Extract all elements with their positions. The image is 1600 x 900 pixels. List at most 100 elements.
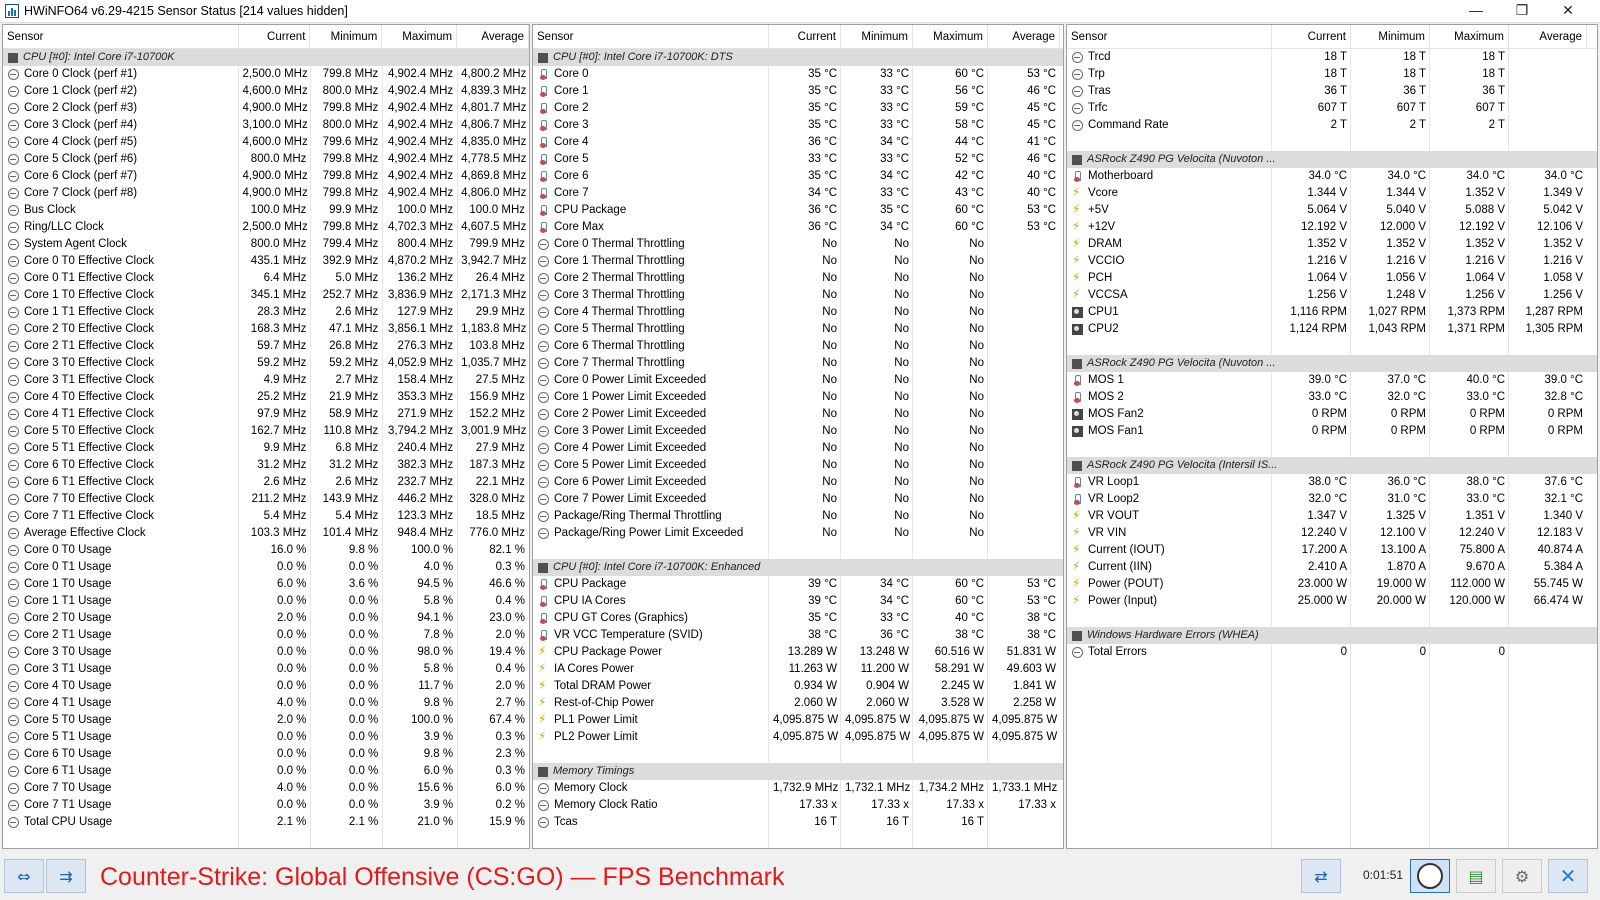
sensor-row[interactable]: MOS 2 33.0 °C 32.0 °C 33.0 °C 32.8 °C bbox=[1067, 389, 1597, 406]
clock-reset-button[interactable] bbox=[1410, 859, 1450, 893]
column-header-minimum[interactable]: Minimum bbox=[841, 25, 913, 49]
sensor-row[interactable]: Core 6 Clock (perf #7) 4,900.0 MHz 799.8 M… bbox=[3, 168, 529, 185]
sensor-row[interactable]: Core 7 T0 Usage 4.0 % 0.0 % 15.6 % 6.0 % bbox=[3, 780, 529, 797]
sensor-group-header[interactable]: ASRock Z490 PG Velocita (Nuvoton ... bbox=[1067, 355, 1597, 372]
sensor-panel-middle[interactable]: Sensor Current Minimum Maximum Average CPU [#… bbox=[532, 24, 1064, 849]
column-header-maximum[interactable]: Maximum bbox=[1430, 25, 1509, 49]
sensor-row[interactable]: CPU1 1,116 RPM 1,027 RPM 1,373 RPM 1,287 RPM bbox=[1067, 304, 1597, 321]
sensor-row[interactable]: Core 0 T1 Usage 0.0 % 0.0 % 4.0 % 0.3 % bbox=[3, 559, 529, 576]
close-window-button[interactable]: ✕ bbox=[1545, 0, 1591, 23]
sensor-row[interactable]: Core 0 T0 Usage 16.0 % 9.8 % 100.0 % 82.1 % bbox=[3, 542, 529, 559]
sensor-row[interactable]: Core 6 T1 Effective Clock 2.6 MHz 2.6 MHz 2… bbox=[3, 474, 529, 491]
sensor-row[interactable]: VR VOUT 1.347 V 1.325 V 1.351 V 1.340 V bbox=[1067, 508, 1597, 525]
sensor-row[interactable]: Core 3 Thermal Throttling No No No bbox=[533, 287, 1063, 304]
close-sensors-button[interactable]: ✕ bbox=[1548, 859, 1588, 893]
sensor-row[interactable]: Command Rate 2 T 2 T 2 T bbox=[1067, 117, 1597, 134]
sensor-row[interactable]: Core 5 Clock (perf #6) 800.0 MHz 799.8 MHz… bbox=[3, 151, 529, 168]
sensor-panel-left[interactable]: Sensor Current Minimum Maximum Average CPU [#… bbox=[2, 24, 530, 849]
column-header-minimum[interactable]: Minimum bbox=[1351, 25, 1430, 49]
sensor-row[interactable]: Core 2 Power Limit Exceeded No No No bbox=[533, 406, 1063, 423]
sensor-row[interactable]: Tras 36 T 36 T 36 T bbox=[1067, 83, 1597, 100]
column-header-sensor[interactable]: Sensor bbox=[1067, 25, 1272, 49]
sensor-row[interactable]: Motherboard 34.0 °C 34.0 °C 34.0 °C 34.0 °C bbox=[1067, 168, 1597, 185]
sensor-row[interactable]: Current (IIN) 2.410 A 1.870 A 9.670 A 5.384 … bbox=[1067, 559, 1597, 576]
sensor-row[interactable]: Core 0 Thermal Throttling No No No bbox=[533, 236, 1063, 253]
sensor-row[interactable]: Core 2 T1 Usage 0.0 % 0.0 % 7.8 % 2.0 % bbox=[3, 627, 529, 644]
sensor-row[interactable]: Trp 18 T 18 T 18 T bbox=[1067, 66, 1597, 83]
sensor-row[interactable]: Package/Ring Power Limit Exceeded No No No bbox=[533, 525, 1063, 542]
sensor-row[interactable]: CPU Package Power 13.289 W 13.248 W 60.516 … bbox=[533, 644, 1063, 661]
sensor-group-header[interactable]: CPU [#0]: Intel Core i7-10700K: Enhanced bbox=[533, 559, 1063, 576]
sensor-row[interactable]: Core 6 Power Limit Exceeded No No No bbox=[533, 474, 1063, 491]
sensor-row[interactable]: Core 7 T1 Effective Clock 5.4 MHz 5.4 MHz 1… bbox=[3, 508, 529, 525]
sensor-row[interactable]: Trfc 607 T 607 T 607 T bbox=[1067, 100, 1597, 117]
sensor-row[interactable]: Core 3 35 °C 33 °C 58 °C 45 °C bbox=[533, 117, 1063, 134]
sensor-row[interactable]: Core 6 T1 Usage 0.0 % 0.0 % 6.0 % 0.3 % bbox=[3, 763, 529, 780]
sensor-row[interactable]: Core 7 Power Limit Exceeded No No No bbox=[533, 491, 1063, 508]
sensor-row[interactable]: Core 1 T1 Usage 0.0 % 0.0 % 5.8 % 0.4 % bbox=[3, 593, 529, 610]
sensor-row[interactable]: Total Errors 0 0 0 bbox=[1067, 644, 1597, 661]
column-header-average[interactable]: Average bbox=[988, 25, 1060, 49]
column-header-average[interactable]: Average bbox=[457, 25, 529, 49]
sensor-row[interactable]: Core 1 Power Limit Exceeded No No No bbox=[533, 389, 1063, 406]
sensor-row[interactable]: Core 4 T0 Effective Clock 25.2 MHz 21.9 MH… bbox=[3, 389, 529, 406]
sensor-row[interactable]: Power (POUT) 23.000 W 19.000 W 112.000 W 55.… bbox=[1067, 576, 1597, 593]
sensor-row[interactable]: Bus Clock 100.0 MHz 99.9 MHz 100.0 MHz 100.0… bbox=[3, 202, 529, 219]
network-button[interactable]: ⇄ bbox=[1301, 859, 1341, 893]
sensor-row[interactable]: Core 1 T1 Effective Clock 28.3 MHz 2.6 MHz… bbox=[3, 304, 529, 321]
sensor-row[interactable]: Core 0 35 °C 33 °C 60 °C 53 °C bbox=[533, 66, 1063, 83]
sensor-row[interactable]: Core 7 T0 Effective Clock 211.2 MHz 143.9 … bbox=[3, 491, 529, 508]
sensor-row[interactable]: Core 5 T0 Usage 2.0 % 0.0 % 100.0 % 67.4 % bbox=[3, 712, 529, 729]
sensor-row[interactable]: Core 6 Thermal Throttling No No No bbox=[533, 338, 1063, 355]
sensor-row[interactable]: Core 1 Clock (perf #2) 4,600.0 MHz 800.0 M… bbox=[3, 83, 529, 100]
sensor-row[interactable]: Core 2 Thermal Throttling No No No bbox=[533, 270, 1063, 287]
sensor-row[interactable]: MOS Fan2 0 RPM 0 RPM 0 RPM 0 RPM bbox=[1067, 406, 1597, 423]
sensor-row[interactable]: Core 7 Thermal Throttling No No No bbox=[533, 355, 1063, 372]
sensor-panel-right[interactable]: Sensor Current Minimum Maximum Average Trcd 18… bbox=[1066, 24, 1598, 849]
sensor-row[interactable]: CPU2 1,124 RPM 1,043 RPM 1,371 RPM 1,305 RPM bbox=[1067, 321, 1597, 338]
sensor-row[interactable]: VR VIN 12.240 V 12.100 V 12.240 V 12.183 V bbox=[1067, 525, 1597, 542]
sensor-row[interactable]: Tcas 16 T 16 T 16 T bbox=[533, 814, 1063, 831]
sensor-row[interactable]: IA Cores Power 11.263 W 11.200 W 58.291 W 49… bbox=[533, 661, 1063, 678]
sensor-row[interactable]: Core 1 T0 Effective Clock 345.1 MHz 252.7 … bbox=[3, 287, 529, 304]
column-header-current[interactable]: Current bbox=[1272, 25, 1351, 49]
sensor-row[interactable]: Average Effective Clock 103.3 MHz 101.4 MH… bbox=[3, 525, 529, 542]
sensor-row[interactable]: VR Loop1 38.0 °C 36.0 °C 38.0 °C 37.6 °C bbox=[1067, 474, 1597, 491]
sensor-row[interactable]: CPU Package 39 °C 34 °C 60 °C 53 °C bbox=[533, 576, 1063, 593]
sensor-row[interactable]: Core 2 T0 Usage 2.0 % 0.0 % 94.1 % 23.0 % bbox=[3, 610, 529, 627]
sensor-row[interactable]: Core 3 T1 Effective Clock 4.9 MHz 2.7 MHz 1… bbox=[3, 372, 529, 389]
sensor-row[interactable]: Core 0 T0 Effective Clock 435.1 MHz 392.9 … bbox=[3, 253, 529, 270]
sensor-row[interactable]: Core 6 35 °C 34 °C 42 °C 40 °C bbox=[533, 168, 1063, 185]
sensor-row[interactable]: Total DRAM Power 0.934 W 0.904 W 2.245 W 1.8… bbox=[533, 678, 1063, 695]
column-header-minimum[interactable]: Minimum bbox=[310, 25, 383, 49]
sensor-row[interactable]: Core 2 35 °C 33 °C 59 °C 45 °C bbox=[533, 100, 1063, 117]
sensor-row[interactable]: Core 7 T1 Usage 0.0 % 0.0 % 3.9 % 0.2 % bbox=[3, 797, 529, 814]
sensor-row[interactable]: Core 6 T0 Usage 0.0 % 0.0 % 9.8 % 2.3 % bbox=[3, 746, 529, 763]
sensor-row[interactable]: MOS 1 39.0 °C 37.0 °C 40.0 °C 39.0 °C bbox=[1067, 372, 1597, 389]
sensor-row[interactable]: Rest-of-Chip Power 2.060 W 2.060 W 3.528 W 2… bbox=[533, 695, 1063, 712]
sensor-row[interactable]: VCCIO 1.216 V 1.216 V 1.216 V 1.216 V bbox=[1067, 253, 1597, 270]
sensor-row[interactable]: Core 0 T1 Effective Clock 6.4 MHz 5.0 MHz 1… bbox=[3, 270, 529, 287]
sensor-row[interactable]: Core 2 Clock (perf #3) 4,900.0 MHz 799.8 M… bbox=[3, 100, 529, 117]
settings-button[interactable]: ⚙ bbox=[1502, 859, 1542, 893]
sensor-row[interactable]: MOS Fan1 0 RPM 0 RPM 0 RPM 0 RPM bbox=[1067, 423, 1597, 440]
sensor-row[interactable]: Core 5 T0 Effective Clock 162.7 MHz 110.8 … bbox=[3, 423, 529, 440]
sensor-row[interactable]: Memory Clock 1,732.9 MHz 1,732.1 MHz 1,734.… bbox=[533, 780, 1063, 797]
sensor-row[interactable]: Core 3 T0 Effective Clock 59.2 MHz 59.2 MH… bbox=[3, 355, 529, 372]
sensor-row[interactable]: Core 4 T1 Effective Clock 97.9 MHz 58.9 MH… bbox=[3, 406, 529, 423]
sensor-row[interactable]: VR VCC Temperature (SVID) 38 °C 36 °C 38 °C… bbox=[533, 627, 1063, 644]
sensor-row[interactable]: Core 4 Clock (perf #5) 4,600.0 MHz 799.6 M… bbox=[3, 134, 529, 151]
sensor-row[interactable]: Core 5 33 °C 33 °C 52 °C 46 °C bbox=[533, 151, 1063, 168]
sensor-row[interactable]: Core 4 Power Limit Exceeded No No No bbox=[533, 440, 1063, 457]
sensor-row[interactable]: Core 0 Clock (perf #1) 2,500.0 MHz 799.8 M… bbox=[3, 66, 529, 83]
sensor-row[interactable]: Core 1 35 °C 33 °C 56 °C 46 °C bbox=[533, 83, 1063, 100]
sensor-group-header[interactable]: ASRock Z490 PG Velocita (Nuvoton ... bbox=[1067, 151, 1597, 168]
switch-layout-button[interactable]: ⇉ bbox=[46, 859, 86, 893]
sensor-row[interactable]: +12V 12.192 V 12.000 V 12.192 V 12.106 V bbox=[1067, 219, 1597, 236]
column-header-current[interactable]: Current bbox=[239, 25, 311, 49]
column-header-sensor[interactable]: Sensor bbox=[533, 25, 769, 49]
sensor-row[interactable]: CPU IA Cores 39 °C 34 °C 60 °C 53 °C bbox=[533, 593, 1063, 610]
sensor-row[interactable]: CPU GT Cores (Graphics) 35 °C 33 °C 40 °C 38… bbox=[533, 610, 1063, 627]
sensor-row[interactable]: System Agent Clock 800.0 MHz 799.4 MHz 800.… bbox=[3, 236, 529, 253]
sensor-row[interactable]: Current (IOUT) 17.200 A 13.100 A 75.800 A 40… bbox=[1067, 542, 1597, 559]
